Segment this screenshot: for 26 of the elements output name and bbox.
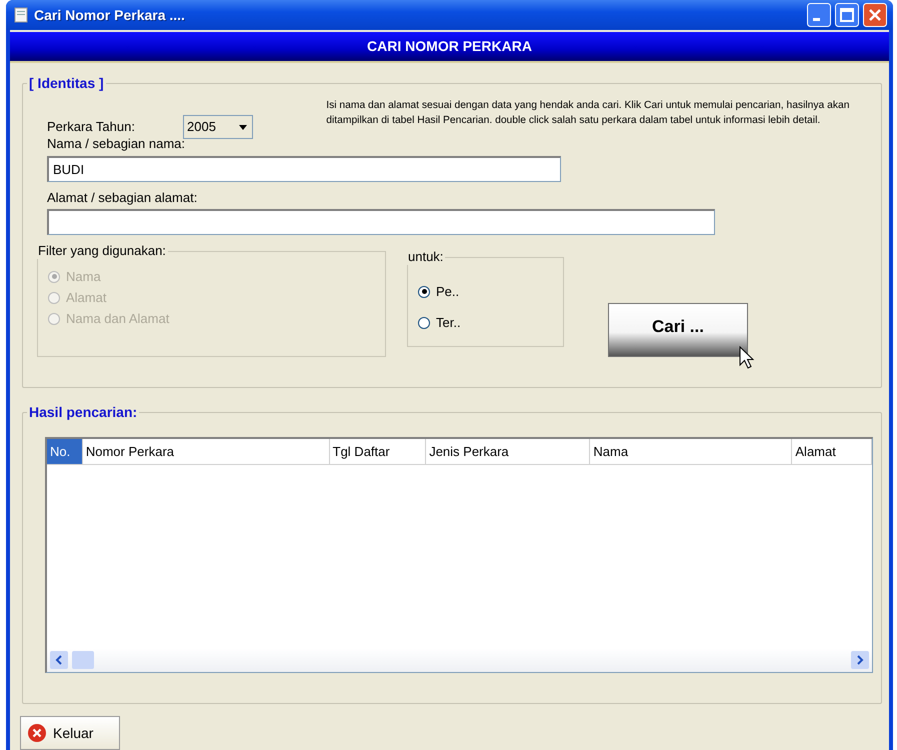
exit-button[interactable]: Keluar <box>20 716 120 750</box>
close-button[interactable] <box>863 3 887 27</box>
radio-option[interactable]: Ter.. <box>418 307 563 338</box>
maximize-button[interactable] <box>835 3 859 27</box>
year-dropdown[interactable]: 2005 <box>183 115 253 139</box>
scroll-right-icon[interactable] <box>856 655 864 665</box>
name-field[interactable]: BUDI <box>47 156 561 182</box>
form-banner: CARI NOMOR PERKARA <box>10 32 889 63</box>
year-label: Perkara Tahun: <box>47 118 136 136</box>
dropdown-arrow-icon <box>239 124 247 130</box>
radio-option[interactable]: Pe.. <box>418 276 563 307</box>
close-icon <box>27 723 47 743</box>
group-label: untuk: <box>406 249 446 265</box>
scroll-left-icon[interactable] <box>55 655 63 665</box>
address-field[interactable] <box>47 209 715 235</box>
help-text: Isi nama dan alamat sesuai dengan data yang hendak anda cari. Klik Cari untuk memulai pencarian, hasilnya akan ditampilkan di tabel Hasil Pencarian. double click salah satu perkara dalam tabel untuk informasi lebih detail. <box>326 99 850 128</box>
cursor-icon <box>739 346 755 370</box>
address-label: Alamat / sebagian alamat: <box>47 188 198 207</box>
column-header[interactable]: Tgl Daftar <box>330 439 426 464</box>
group-label: Filter yang digunakan: <box>36 243 168 259</box>
column-header[interactable]: Alamat <box>792 439 872 464</box>
column-header[interactable]: No. <box>47 439 83 464</box>
minimize-button[interactable] <box>807 3 831 27</box>
window-title: Cari Nomor Perkara .... <box>34 6 186 24</box>
document-icon <box>14 7 28 23</box>
scrollbar-thumb[interactable] <box>72 651 94 669</box>
